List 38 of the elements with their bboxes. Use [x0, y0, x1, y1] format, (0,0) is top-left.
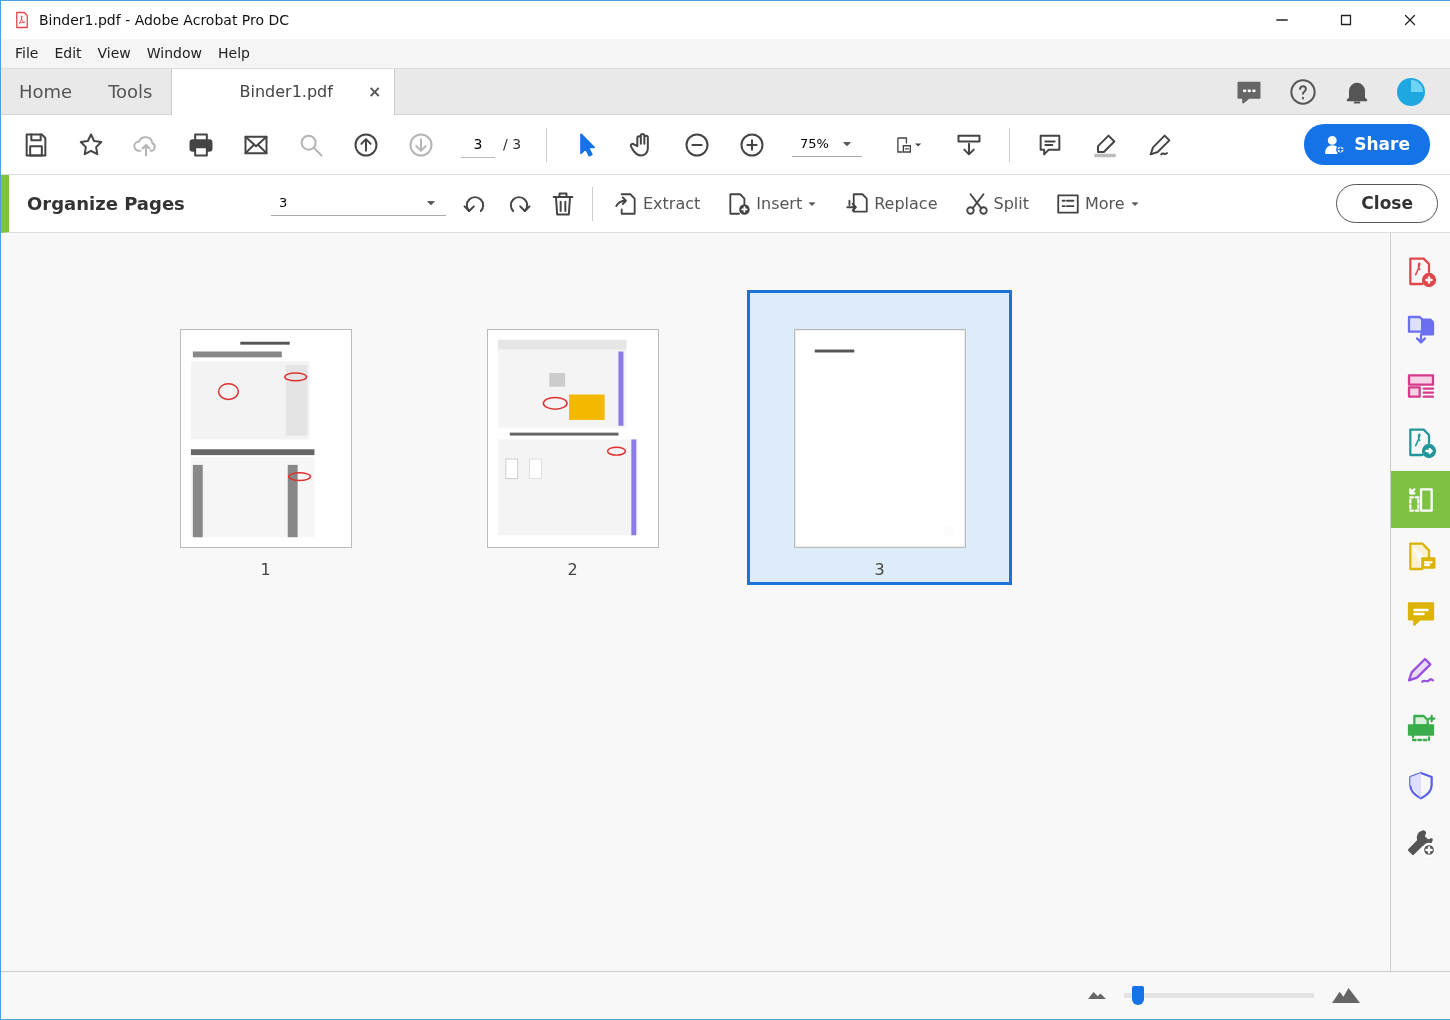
page-number: 2: [567, 559, 578, 581]
page-number-field[interactable]: 3: [461, 131, 495, 158]
toolbar-action[interactable]: Insert: [720, 190, 825, 217]
toolbar-action[interactable]: More: [1049, 190, 1147, 217]
page-number: 1: [260, 559, 271, 581]
toolbar-action[interactable]: Replace: [838, 190, 944, 217]
toolbar-action[interactable]: Split: [957, 190, 1035, 217]
toolbar-action[interactable]: Extract: [607, 190, 707, 217]
close-icon[interactable]: ×: [368, 80, 382, 104]
zoom-dropdown[interactable]: 75%: [792, 132, 863, 157]
page-thumbnail[interactable]: 2: [440, 290, 705, 585]
help-icon[interactable]: [1288, 76, 1318, 107]
menu-item[interactable]: Edit: [46, 41, 90, 66]
menu-item[interactable]: Window: [138, 41, 210, 66]
menu-item[interactable]: Help: [210, 41, 258, 66]
page-range-dropdown[interactable]: 3: [271, 191, 446, 216]
page-thumbnail[interactable]: 1: [133, 290, 398, 585]
page-number: 3: [874, 559, 885, 581]
mountain-large-icon: [1332, 988, 1360, 1003]
menu-item[interactable]: View: [89, 41, 139, 66]
insert-page-icon: [726, 190, 753, 217]
scissors-icon: [963, 190, 990, 217]
mountain-small-icon: [1088, 992, 1106, 999]
menu-item[interactable]: File: [7, 41, 47, 66]
page-total: / 3: [503, 135, 522, 154]
page-thumbnail[interactable]: 3: [747, 290, 1012, 585]
tab[interactable]: Binder1.pdf ×: [170, 69, 395, 115]
extract-icon: [613, 190, 639, 217]
share-button[interactable]: Share: [1304, 123, 1430, 166]
close-button[interactable]: Close: [1336, 183, 1438, 224]
pdf-file-icon: [13, 11, 31, 29]
organize-pages-title: Organize Pages: [27, 192, 186, 216]
window-title: Binder1.pdf - Adobe Acrobat Pro DC: [39, 10, 290, 30]
tab[interactable]: Home: [1, 69, 91, 114]
tab[interactable]: Tools: [90, 69, 171, 114]
slider-thumb[interactable]: [1131, 985, 1144, 1005]
add-user-icon: [1324, 133, 1347, 156]
tab-label: Binder1.pdf: [239, 81, 333, 103]
